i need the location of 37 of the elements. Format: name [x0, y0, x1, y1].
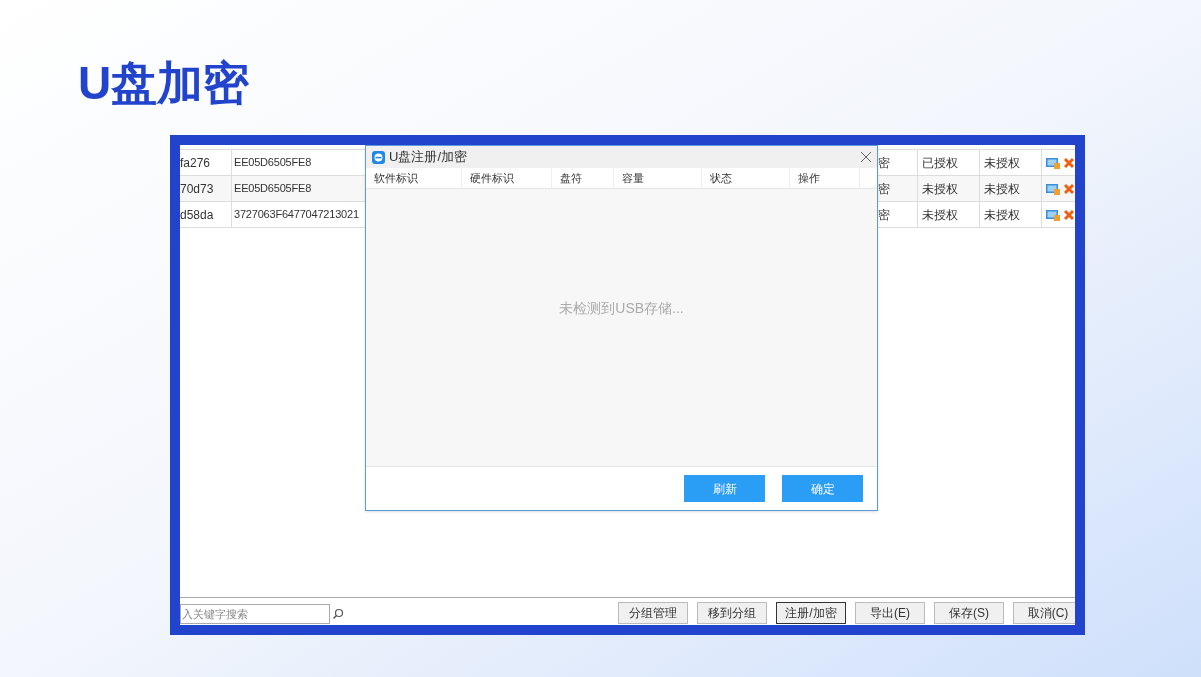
picture-lock-icon[interactable] [1046, 182, 1060, 195]
column-header: 状态 [702, 168, 790, 188]
slide-title: U盘加密 [78, 60, 250, 106]
toolbar-button[interactable]: 取消(C) [1013, 602, 1075, 624]
table-cell: d58da [180, 202, 232, 227]
table-cell: 未授权 [918, 202, 980, 227]
column-header: 盘符 [552, 168, 614, 188]
column-header: 软件标识 [366, 168, 462, 188]
table-cell: 已授权 [918, 150, 980, 175]
search-icon[interactable] [332, 608, 344, 620]
table-cell: 未授权 [980, 176, 1042, 201]
table-cell-text: EE05D6505FE8 [233, 181, 313, 197]
column-header: 硬件标识 [462, 168, 552, 188]
delete-icon[interactable] [1063, 208, 1075, 221]
table-cell-text: EE05D6505FE8 [233, 155, 313, 171]
search-field[interactable]: 入关键字搜索 [180, 604, 330, 624]
picture-lock-icon[interactable] [1046, 208, 1060, 221]
table-cell: 未授权 [918, 176, 980, 201]
toolbar-button[interactable]: 导出(E) [855, 602, 925, 624]
delete-icon[interactable] [1063, 182, 1075, 195]
toolbar-button[interactable]: 保存(S) [934, 602, 1004, 624]
empty-message: 未检测到USB存储... [559, 299, 684, 318]
toolbar-button[interactable]: 分组管理 [618, 602, 688, 624]
table-cell: fa276 [180, 150, 232, 175]
dialog-title: U盘注册/加密 [389, 148, 467, 167]
column-header: 容量 [614, 168, 702, 188]
app-logo-icon [372, 150, 385, 164]
column-header: 操作 [790, 168, 860, 188]
close-icon[interactable] [861, 152, 871, 162]
toolbar-button[interactable]: 注册/加密 [776, 602, 846, 624]
picture-lock-icon[interactable] [1046, 156, 1060, 169]
table-cell: 未授权 [980, 202, 1042, 227]
toolbar-button[interactable]: 移到分组 [697, 602, 767, 624]
table-cell: 70d73 [180, 176, 232, 201]
table-cell-text: 3727063F6477047213021 [233, 207, 360, 223]
delete-icon[interactable] [1063, 156, 1075, 169]
table-cell: 未授权 [980, 150, 1042, 175]
